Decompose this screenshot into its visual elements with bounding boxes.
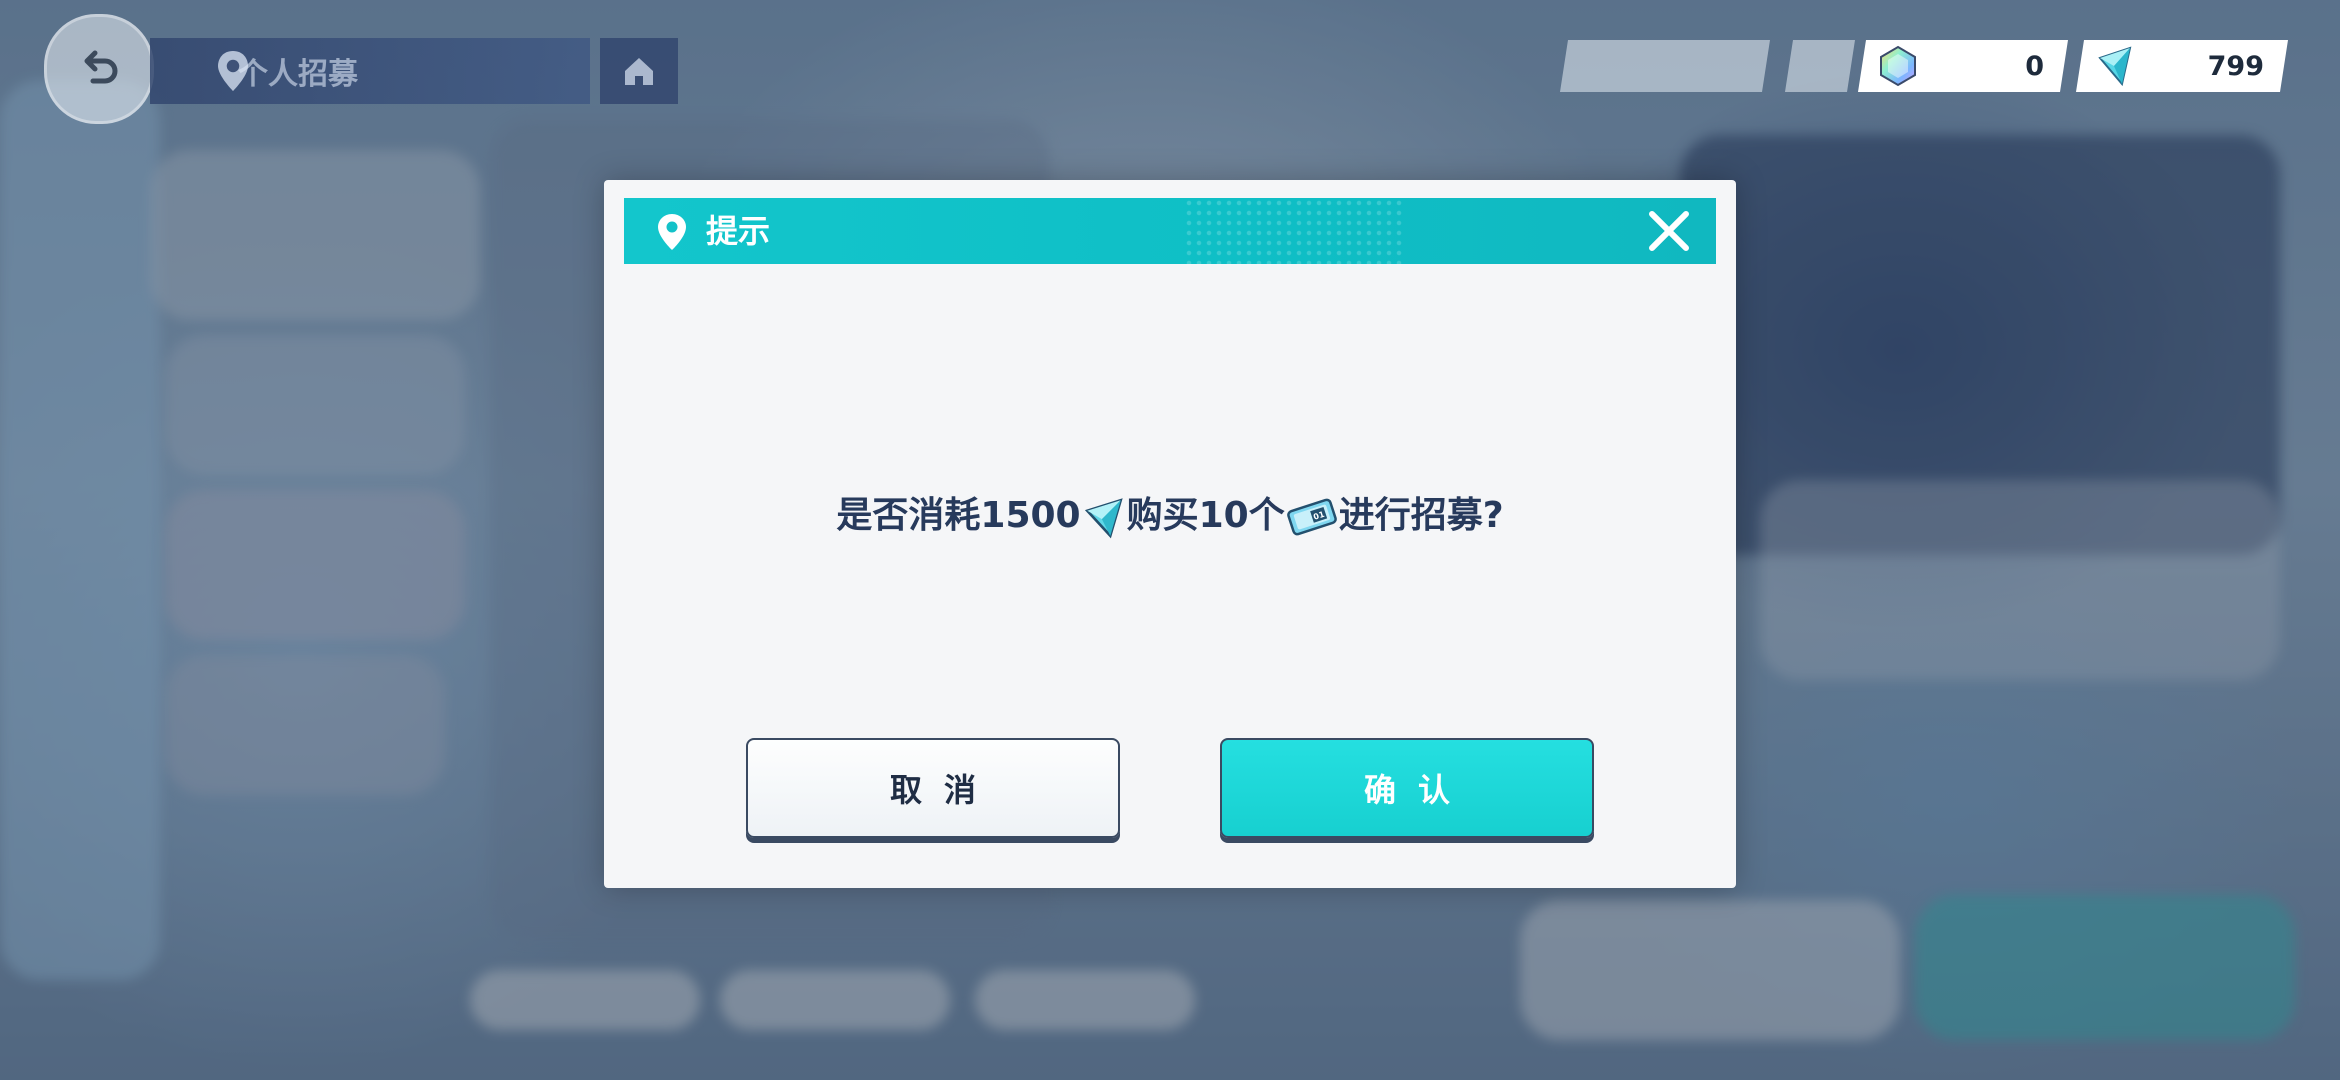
confirm-button[interactable]: 确认 — [1220, 738, 1594, 838]
home-icon — [625, 58, 653, 85]
cancel-button[interactable]: 取消 — [746, 738, 1120, 838]
currency-crystal-value: 0 — [2025, 50, 2044, 82]
close-icon[interactable] — [1644, 206, 1694, 256]
confirm-button-label: 确认 — [1363, 771, 1472, 809]
message-middle: 购买10个 — [1126, 495, 1285, 536]
currency-slot-dim — [1560, 40, 1770, 92]
currency-ticket[interactable]: 799 — [2076, 40, 2288, 92]
message-suffix: 进行招募? — [1338, 495, 1504, 536]
home-button[interactable] — [600, 38, 678, 104]
recruit-ticket-icon: 01 — [1286, 498, 1337, 536]
currency-slot-dim — [1785, 40, 1855, 92]
crystal-gem-icon — [1876, 44, 1920, 88]
dialog-title: 提示 — [706, 212, 771, 250]
currency-ticket-value: 799 — [2207, 50, 2264, 82]
dialog-message: 是否消耗1500 购买10个 01 进行招募? — [604, 492, 1736, 540]
currency-crystal[interactable]: 0 — [1858, 40, 2068, 92]
ticket-shard-icon — [2094, 44, 2138, 88]
dialog-header: 提示 — [624, 198, 1716, 264]
ticket-shard-icon — [1084, 498, 1123, 539]
location-pin-icon — [658, 214, 686, 250]
message-prefix: 是否消耗1500 — [836, 495, 1081, 536]
location-pin-icon — [218, 51, 248, 91]
back-arrow-icon — [84, 50, 118, 84]
confirm-dialog: 提示 是否消耗1500 购买10个 01 进行招募? 取消 确认 — [604, 180, 1736, 888]
back-button[interactable] — [44, 14, 154, 124]
cancel-button-label: 取消 — [889, 771, 998, 809]
